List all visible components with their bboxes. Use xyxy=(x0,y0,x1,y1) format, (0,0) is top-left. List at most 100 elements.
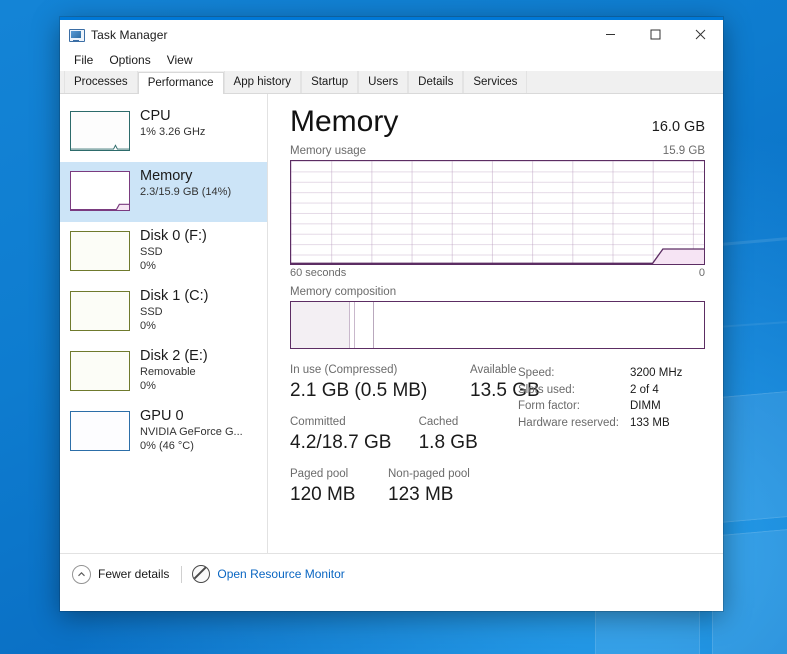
graph-axis-right: 0 xyxy=(698,267,705,279)
comp-segment-standby xyxy=(354,302,375,348)
task-manager-icon xyxy=(68,27,85,43)
wallpaper-pane xyxy=(712,386,787,524)
window-title: Task Manager xyxy=(91,27,168,42)
memory-hardware-info: Speed: 3200 MHz Slots used: 2 of 4 Form … xyxy=(518,363,705,519)
info-label-slots-used: Slots used: xyxy=(518,383,575,396)
disk2-thumbnail xyxy=(70,351,130,391)
memory-composition-bar[interactable] xyxy=(290,301,705,349)
page-title: Memory xyxy=(290,105,399,138)
title-bar[interactable]: Task Manager xyxy=(60,20,723,49)
info-value-form-factor: DIMM xyxy=(630,400,661,412)
panel-header: Memory 16.0 GB xyxy=(290,104,705,140)
minimize-button[interactable] xyxy=(588,20,633,49)
stat-value-cached: 1.8 GB xyxy=(418,432,478,453)
graph-plot xyxy=(291,248,704,264)
sidebar-item-memory[interactable]: Memory 2.3/15.9 GB (14%) xyxy=(60,162,267,222)
sidebar-item-disk2[interactable]: Disk 2 (E:) Removable 0% xyxy=(60,342,267,402)
window-footer: Fewer details Open Resource Monitor xyxy=(60,553,723,594)
fewer-details-label: Fewer details xyxy=(98,567,170,581)
sidebar-item-gpu0[interactable]: GPU 0 NVIDIA GeForce G... 0% (46 °C) xyxy=(60,402,267,462)
sidebar-sub-cpu: 1% 3.26 GHz xyxy=(140,126,206,138)
content-area: CPU 1% 3.26 GHz Memory 2.3/15.9 GB (14%) xyxy=(60,94,723,553)
close-button[interactable] xyxy=(678,20,723,49)
stat-row-committed-cached: Committed 4.2/18.7 GB Cached 1.8 GB xyxy=(290,415,518,455)
disk1-thumbnail xyxy=(70,291,130,331)
sidebar-sub-gpu0-usage: 0% (46 °C) xyxy=(140,440,194,452)
stat-value-non-paged-pool: 123 MB xyxy=(388,484,454,505)
sidebar-item-cpu[interactable]: CPU 1% 3.26 GHz xyxy=(60,102,267,162)
sidebar-sub-disk1-type: SSD xyxy=(140,306,163,318)
stat-label-non-paged-pool: Non-paged pool xyxy=(388,468,470,480)
info-label-form-factor: Form factor: xyxy=(518,400,580,412)
info-row-slots: Slots used: 2 of 4 xyxy=(518,382,705,399)
stat-value-in-use: 2.1 GB (0.5 MB) xyxy=(290,380,428,401)
stat-label-in-use: In use (Compressed) xyxy=(290,364,398,376)
window-controls xyxy=(588,20,723,49)
stat-row-pools: Paged pool 120 MB Non-paged pool 123 MB xyxy=(290,467,518,507)
sidebar-label-gpu0: GPU 0 xyxy=(140,408,184,424)
fewer-details-button[interactable]: Fewer details xyxy=(72,564,170,584)
graph-caption: Memory usage xyxy=(290,145,367,157)
info-row-hardware-reserved: Hardware reserved: 133 MB xyxy=(518,415,705,432)
wallpaper-pane xyxy=(712,524,787,654)
info-row-form-factor: Form factor: DIMM xyxy=(518,398,705,415)
open-resource-monitor-button[interactable]: Open Resource Monitor xyxy=(192,565,345,583)
stats-primary-column: In use (Compressed) 2.1 GB (0.5 MB) Avai… xyxy=(290,363,540,519)
menu-file[interactable]: File xyxy=(66,51,101,69)
graph-caption-row: Memory usage 15.9 GB xyxy=(290,145,705,157)
footer-divider xyxy=(181,565,183,583)
tab-performance[interactable]: Performance xyxy=(137,72,224,94)
stat-label-cached: Cached xyxy=(418,416,459,428)
resource-monitor-icon xyxy=(192,565,211,583)
composition-label: Memory composition xyxy=(290,286,397,298)
sidebar-label-disk0: Disk 0 (F:) xyxy=(140,228,207,244)
tab-startup[interactable]: Startup xyxy=(301,71,359,93)
chevron-up-icon xyxy=(72,564,91,584)
sidebar-sub-gpu0-model: NVIDIA GeForce G... xyxy=(140,426,243,438)
stat-label-committed: Committed xyxy=(290,416,346,428)
tab-processes[interactable]: Processes xyxy=(64,71,138,93)
sidebar-label-cpu: CPU xyxy=(140,108,171,124)
info-row-speed: Speed: 3200 MHz xyxy=(518,365,705,382)
maximize-button[interactable] xyxy=(633,20,678,49)
sidebar-label-disk1: Disk 1 (C:) xyxy=(140,288,209,304)
tab-users[interactable]: Users xyxy=(358,71,409,93)
memory-usage-graph xyxy=(290,160,705,265)
sidebar-sub-disk2-usage: 0% xyxy=(140,380,156,392)
sidebar-sub-disk2-type: Removable xyxy=(140,366,196,378)
tab-app-history[interactable]: App history xyxy=(223,71,302,93)
menu-bar: File Options View xyxy=(60,49,723,71)
memory-thumbnail xyxy=(70,171,130,211)
gpu0-thumbnail xyxy=(70,411,130,451)
sidebar-sub-disk1-usage: 0% xyxy=(140,320,156,332)
stat-value-committed: 4.2/18.7 GB xyxy=(290,432,392,453)
disk0-thumbnail xyxy=(70,231,130,271)
tab-strip: Processes Performance App history Startu… xyxy=(60,71,723,94)
info-value-speed: 3200 MHz xyxy=(630,367,683,379)
sidebar-sub-disk0-type: SSD xyxy=(140,246,163,258)
info-label-hardware-reserved: Hardware reserved: xyxy=(518,416,619,429)
graph-axis-labels: 60 seconds 0 xyxy=(290,267,705,279)
menu-view[interactable]: View xyxy=(159,51,201,69)
sidebar-sub-memory: 2.3/15.9 GB (14%) xyxy=(140,186,232,198)
performance-detail-panel: Memory 16.0 GB Memory usage 15.9 GB 60 s… xyxy=(268,94,723,553)
sidebar-sub-disk0-usage: 0% xyxy=(140,260,156,272)
sidebar-label-disk2: Disk 2 (E:) xyxy=(140,348,208,364)
sidebar-item-disk1[interactable]: Disk 1 (C:) SSD 0% xyxy=(60,282,267,342)
graph-max-label: 15.9 GB xyxy=(662,145,705,157)
info-value-hardware-reserved: 133 MB xyxy=(630,416,670,429)
task-manager-window: Task Manager File Options View Processes… xyxy=(60,17,723,611)
memory-stats: In use (Compressed) 2.1 GB (0.5 MB) Avai… xyxy=(290,363,705,519)
menu-options[interactable]: Options xyxy=(101,51,158,69)
sidebar-item-disk0[interactable]: Disk 0 (F:) SSD 0% xyxy=(60,222,267,282)
resource-sidebar: CPU 1% 3.26 GHz Memory 2.3/15.9 GB (14%) xyxy=(60,94,268,553)
tab-details[interactable]: Details xyxy=(408,71,464,93)
info-label-speed: Speed: xyxy=(518,367,555,379)
cpu-thumbnail xyxy=(70,111,130,151)
info-value-slots-used: 2 of 4 xyxy=(630,383,659,396)
open-resource-monitor-label[interactable]: Open Resource Monitor xyxy=(217,567,344,581)
sidebar-label-memory: Memory xyxy=(140,168,193,184)
comp-segment-free xyxy=(374,302,704,348)
graph-axis-left: 60 seconds xyxy=(290,267,347,279)
tab-services[interactable]: Services xyxy=(463,71,528,93)
